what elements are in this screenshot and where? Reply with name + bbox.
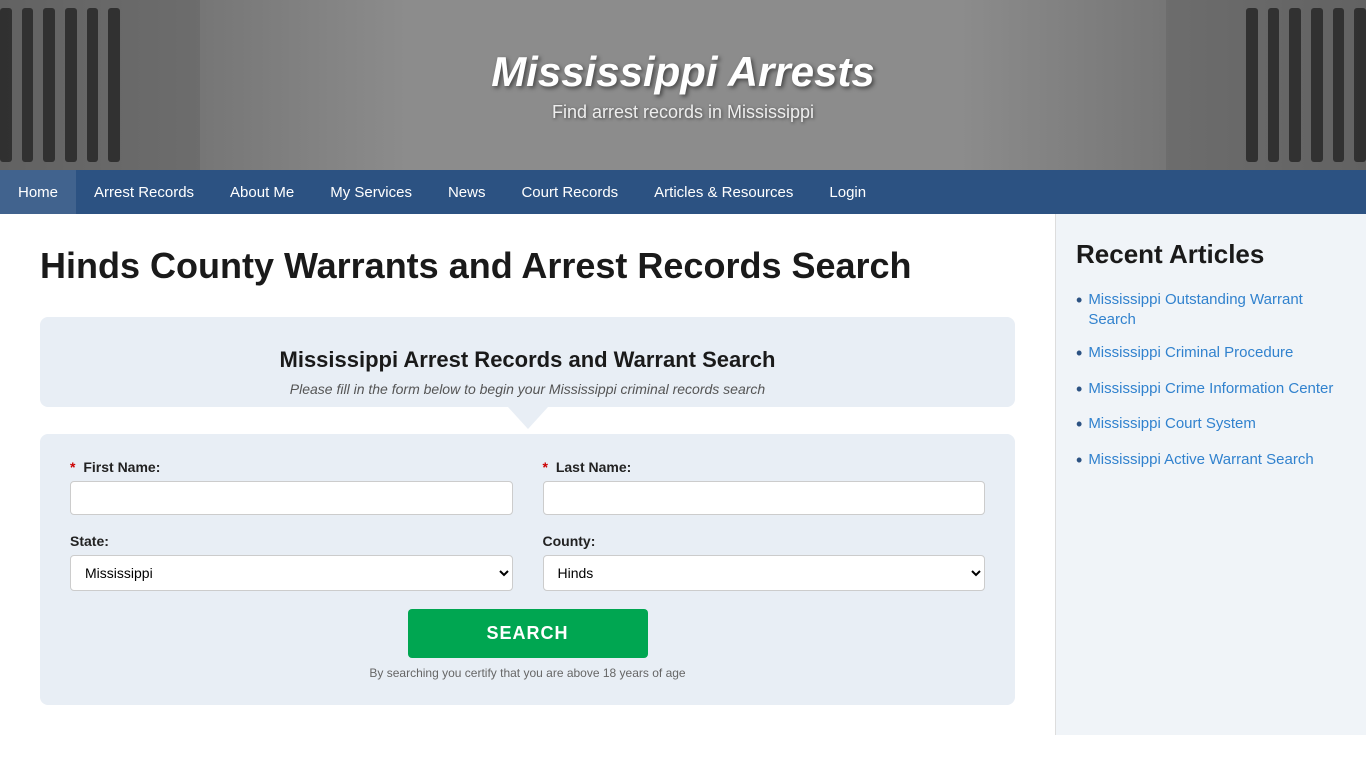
nav-about-me[interactable]: About Me — [212, 170, 312, 214]
last-name-input[interactable] — [543, 481, 986, 515]
hands-left-decoration — [0, 0, 200, 170]
sidebar-link-active-warrant[interactable]: Mississippi Active Warrant Search — [1088, 450, 1313, 470]
bars-right — [1246, 0, 1366, 170]
bullet-icon: • — [1076, 343, 1082, 365]
sidebar-links: • Mississippi Outstanding Warrant Search… — [1076, 290, 1346, 471]
sidebar-link-court-system[interactable]: Mississippi Court System — [1088, 414, 1256, 434]
list-item: • Mississippi Court System — [1076, 414, 1346, 436]
nav-court-records[interactable]: Court Records — [503, 170, 636, 214]
bar — [1333, 8, 1345, 162]
search-card-subtitle: Please fill in the form below to begin y… — [70, 381, 985, 397]
sidebar-link-crime-information[interactable]: Mississippi Crime Information Center — [1088, 379, 1333, 399]
header-banner: Mississippi Arrests Find arrest records … — [0, 0, 1366, 170]
state-group: State: Mississippi Alabama Arkansas Loui… — [70, 533, 513, 591]
first-name-group: * First Name: — [70, 459, 513, 515]
list-item: • Mississippi Criminal Procedure — [1076, 343, 1346, 365]
main-container: Hinds County Warrants and Arrest Records… — [0, 214, 1366, 735]
sidebar-link-criminal-procedure[interactable]: Mississippi Criminal Procedure — [1088, 343, 1293, 363]
sidebar-title: Recent Articles — [1076, 239, 1346, 270]
list-item: • Mississippi Crime Information Center — [1076, 379, 1346, 401]
bar — [1246, 8, 1258, 162]
county-group: County: Hinds Adams Alcorn Amite Attala — [543, 533, 986, 591]
search-button[interactable]: SEARCH — [408, 609, 648, 658]
bullet-icon: • — [1076, 290, 1082, 312]
arrow-down-icon — [508, 407, 548, 429]
hands-right-decoration — [1166, 0, 1366, 170]
sidebar-link-outstanding-warrant[interactable]: Mississippi Outstanding Warrant Search — [1088, 290, 1346, 329]
nav-home[interactable]: Home — [0, 170, 76, 214]
nav-news[interactable]: News — [430, 170, 504, 214]
bar — [1354, 8, 1366, 162]
bar — [0, 8, 12, 162]
content-area: Hinds County Warrants and Arrest Records… — [0, 214, 1056, 735]
required-star: * — [70, 459, 75, 475]
bullet-icon: • — [1076, 414, 1082, 436]
site-subtitle: Find arrest records in Mississippi — [491, 102, 875, 123]
bullet-icon: • — [1076, 379, 1082, 401]
search-card-header: Mississippi Arrest Records and Warrant S… — [40, 317, 1015, 407]
county-label: County: — [543, 533, 986, 549]
list-item: • Mississippi Outstanding Warrant Search — [1076, 290, 1346, 329]
nav-articles-resources[interactable]: Articles & Resources — [636, 170, 811, 214]
last-name-label: * Last Name: — [543, 459, 986, 475]
state-label: State: — [70, 533, 513, 549]
first-name-input[interactable] — [70, 481, 513, 515]
nav-login[interactable]: Login — [811, 170, 884, 214]
bars-left — [0, 0, 120, 170]
bar — [22, 8, 34, 162]
location-row: State: Mississippi Alabama Arkansas Loui… — [70, 533, 985, 591]
sidebar: Recent Articles • Mississippi Outstandin… — [1056, 214, 1366, 735]
bar — [1268, 8, 1280, 162]
state-select[interactable]: Mississippi Alabama Arkansas Louisiana T… — [70, 555, 513, 591]
nav-bar: Home Arrest Records About Me My Services… — [0, 170, 1366, 214]
last-name-group: * Last Name: — [543, 459, 986, 515]
bullet-icon: • — [1076, 450, 1082, 472]
nav-arrest-records[interactable]: Arrest Records — [76, 170, 212, 214]
nav-my-services[interactable]: My Services — [312, 170, 430, 214]
county-select[interactable]: Hinds Adams Alcorn Amite Attala — [543, 555, 986, 591]
site-title: Mississippi Arrests — [491, 48, 875, 96]
required-star-2: * — [543, 459, 548, 475]
bar — [1311, 8, 1323, 162]
list-item: • Mississippi Active Warrant Search — [1076, 450, 1346, 472]
search-card-title: Mississippi Arrest Records and Warrant S… — [70, 347, 985, 373]
first-name-label: * First Name: — [70, 459, 513, 475]
page-title: Hinds County Warrants and Arrest Records… — [40, 244, 1015, 287]
bar — [1289, 8, 1301, 162]
name-row: * First Name: * Last Name: — [70, 459, 985, 515]
search-form-container: * First Name: * Last Name: State: — [40, 434, 1015, 705]
bar — [65, 8, 77, 162]
bar — [108, 8, 120, 162]
bar — [87, 8, 99, 162]
form-disclaimer: By searching you certify that you are ab… — [70, 666, 985, 680]
header-text: Mississippi Arrests Find arrest records … — [491, 48, 875, 123]
bar — [43, 8, 55, 162]
